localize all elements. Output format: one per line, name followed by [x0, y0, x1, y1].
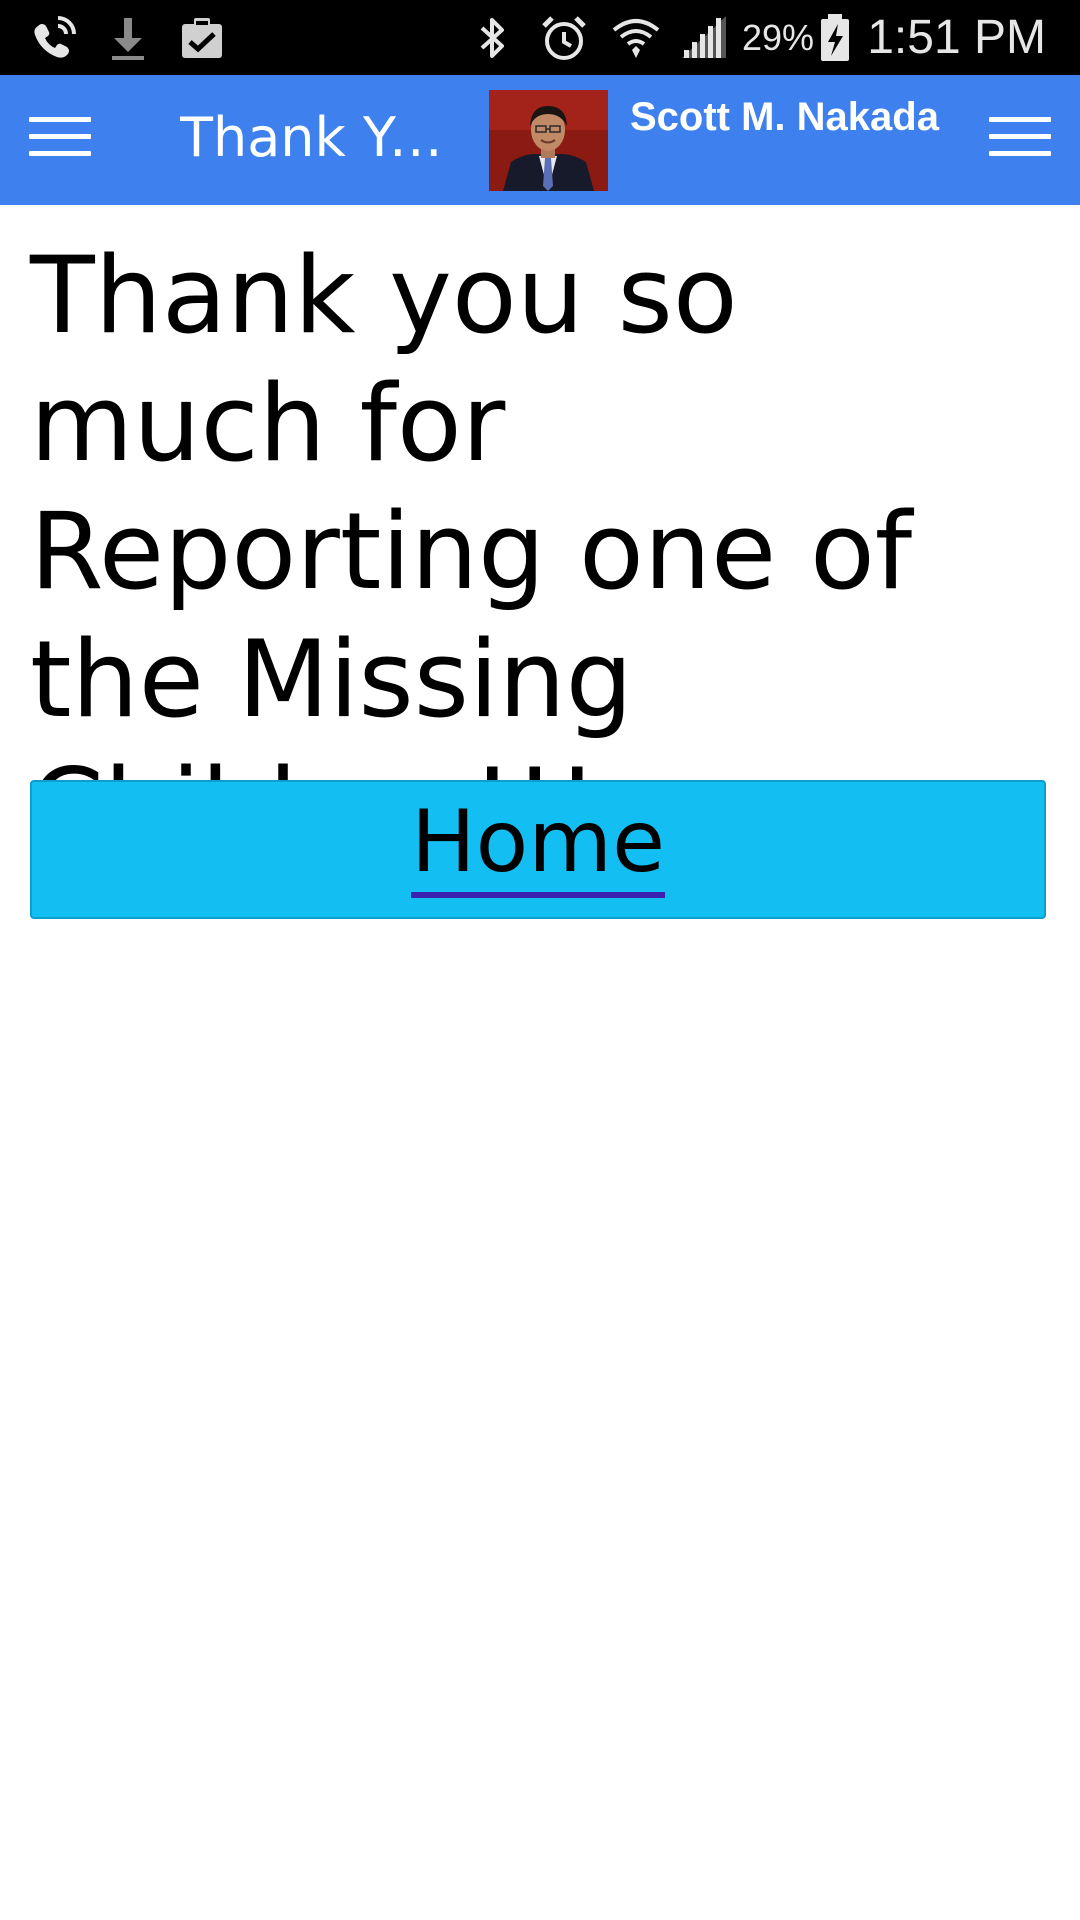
wifi-icon	[610, 12, 662, 64]
home-button[interactable]: Home	[30, 780, 1046, 919]
clock: 1:51 PM	[867, 11, 1046, 64]
thank-you-message: Thank you so much for Reporting one of t…	[30, 234, 913, 869]
hamburger-icon	[29, 117, 91, 122]
battery-charging-icon	[818, 12, 852, 64]
user-name: Scott M. Nakada	[630, 95, 939, 139]
app-bar: Thank Yo... Scott M. Nakada	[0, 75, 1080, 205]
avatar[interactable]	[489, 90, 608, 191]
download-icon	[102, 12, 154, 64]
alarm-icon	[538, 12, 590, 64]
wifi-calling-icon	[28, 12, 80, 64]
right-menu-button[interactable]	[989, 113, 1051, 161]
hamburger-icon	[989, 117, 1051, 122]
page-title: Thank Yo...	[180, 106, 450, 169]
left-menu-button[interactable]	[29, 113, 91, 161]
bluetooth-icon	[466, 12, 518, 64]
main-content: Thank you so much for Reporting one of t…	[30, 232, 1050, 919]
clipboard-check-icon	[176, 12, 228, 64]
status-bar: 29% 1:51 PM	[0, 0, 1080, 75]
home-link[interactable]: Home	[411, 792, 665, 898]
battery-percentage: 29%	[742, 17, 815, 58]
signal-icon	[678, 12, 730, 64]
